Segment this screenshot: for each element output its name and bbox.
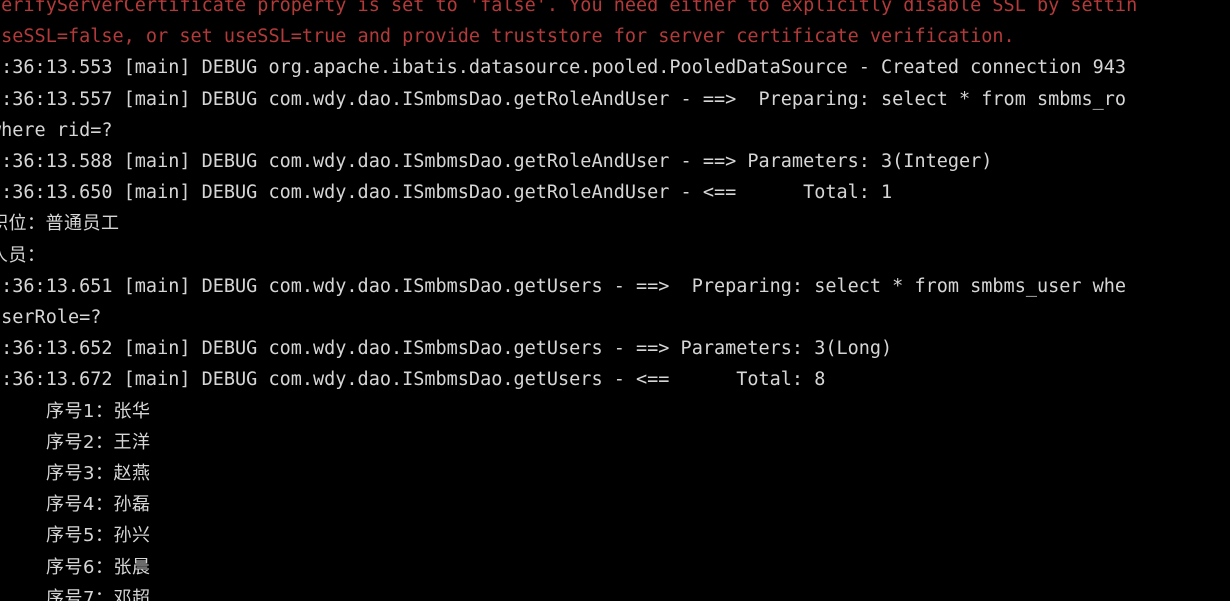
log-line-user-entry: 序号3：赵燕: [46, 463, 151, 485]
log-line-debug: 6:36:13.557 [main] DEBUG com.wdy.dao.ISm…: [0, 88, 1127, 110]
log-line-debug: 6:36:13.588 [main] DEBUG com.wdy.dao.ISm…: [0, 151, 993, 173]
log-line-error: verifyServerCertificate property is set …: [0, 0, 1138, 16]
log-line-debug: 6:36:13.650 [main] DEBUG com.wdy.dao.ISm…: [0, 182, 893, 204]
log-line-sql-continuation: where rid=?: [0, 119, 113, 141]
log-line-user-entry: 序号4：孙磊: [46, 494, 151, 516]
log-line-user-entry: 序号7：邓超: [46, 587, 151, 601]
log-line-position: 职位：普通员工: [0, 213, 120, 235]
console-output-panel[interactable]: verifyServerCertificate property is set …: [0, 0, 1230, 601]
log-line-debug: 6:36:13.672 [main] DEBUG com.wdy.dao.ISm…: [0, 369, 826, 391]
log-line-user-entry: 序号1：张华: [46, 400, 151, 422]
log-line-sql-continuation: userRole=?: [0, 307, 102, 329]
log-line-user-entry: 序号2：王洋: [46, 431, 151, 453]
console-log-list: verifyServerCertificate property is set …: [0, 0, 1230, 601]
log-line-user-entry: 序号6：张晨: [46, 556, 151, 578]
log-line-error: useSSL=false, or set useSSL=true and pro…: [0, 26, 1015, 48]
log-line-debug: 6:36:13.553 [main] DEBUG org.apache.ibat…: [0, 57, 1127, 79]
log-line-personnel-header: 人员：: [0, 244, 46, 266]
log-line-debug: 6:36:13.651 [main] DEBUG com.wdy.dao.ISm…: [0, 275, 1127, 297]
log-line-debug: 6:36:13.652 [main] DEBUG com.wdy.dao.ISm…: [0, 338, 893, 360]
log-line-user-entry: 序号5：孙兴: [46, 525, 151, 547]
